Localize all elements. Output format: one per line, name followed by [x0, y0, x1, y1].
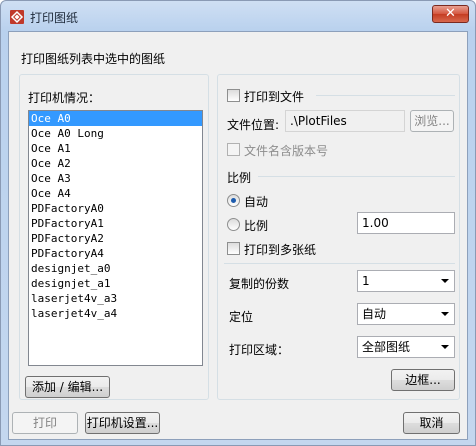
- position-combobox[interactable]: 自动: [357, 303, 455, 325]
- printer-list-item[interactable]: PDFactoryA0: [29, 201, 202, 216]
- printer-list-item[interactable]: Oce A1: [29, 141, 202, 156]
- multi-sheet-checkbox[interactable]: [227, 242, 240, 255]
- chevron-down-icon: [441, 279, 449, 283]
- close-icon: ✕: [445, 6, 456, 21]
- printer-list-item[interactable]: Oce A0: [29, 111, 202, 126]
- print-area-combobox[interactable]: 全部图纸: [357, 336, 455, 358]
- copies-combobox[interactable]: 1: [357, 270, 455, 292]
- printer-list-item[interactable]: laserjet4v_a3: [29, 291, 202, 306]
- printer-list-item[interactable]: laserjet4v_a4: [29, 306, 202, 321]
- scale-section-label: 比例: [227, 171, 252, 185]
- file-location-label: 文件位置:: [227, 118, 280, 132]
- filename-version-label: 文件名含版本号: [244, 144, 329, 158]
- chevron-down-icon: [441, 312, 449, 316]
- plot-options-group: 打印到文件 文件位置: .\PlotFiles 浏览... 文件名含版本号 比例…: [217, 74, 460, 400]
- printer-list-item[interactable]: PDFactoryA2: [29, 231, 202, 246]
- printer-list-item[interactable]: PDFactoryA1: [29, 216, 202, 231]
- border-button[interactable]: 边框...: [391, 369, 455, 391]
- separator: [316, 95, 455, 96]
- separator: [258, 176, 455, 177]
- separator: [224, 263, 455, 264]
- printer-list-item[interactable]: Oce A2: [29, 156, 202, 171]
- copies-value: 1: [362, 274, 370, 288]
- plot-app-icon: [10, 10, 24, 24]
- printer-list-label: 打印机情况：: [28, 91, 101, 105]
- position-value: 自动: [362, 307, 387, 321]
- print-button[interactable]: 打印: [12, 412, 78, 434]
- print-to-file-label: 打印到文件: [244, 90, 305, 104]
- scale-custom-radio[interactable]: [227, 218, 240, 231]
- printer-list-item[interactable]: Oce A3: [29, 171, 202, 186]
- close-button[interactable]: ✕: [432, 5, 469, 23]
- scale-custom-label: 比例: [244, 219, 269, 233]
- dialog-body: 打印图纸列表中选中的图纸 打印机情况： Oce A0 Oce A0 Long Oce…: [8, 31, 468, 440]
- copies-label: 复制的份数: [229, 277, 290, 291]
- cancel-button[interactable]: 取消: [403, 412, 460, 434]
- printer-listbox[interactable]: Oce A0 Oce A0 Long Oce A1 Oce A2 Oce A3 Oce A…: [28, 110, 203, 366]
- print-dialog-window: 打印图纸 ✕ 打印图纸列表中选中的图纸 打印机情况： Oce A0 Oce A0 …: [0, 0, 476, 446]
- add-edit-printer-button[interactable]: 添加 / 编辑...: [25, 376, 110, 398]
- scale-auto-radio[interactable]: [227, 194, 240, 207]
- file-location-field[interactable]: .\PlotFiles: [285, 110, 405, 132]
- print-to-file-checkbox[interactable]: [227, 89, 240, 102]
- radio-selected-dot: [231, 198, 236, 203]
- printer-list-item[interactable]: Oce A4: [29, 186, 202, 201]
- chevron-down-icon: [441, 345, 449, 349]
- scale-value-field[interactable]: 1.00: [357, 212, 455, 234]
- multi-sheet-label: 打印到多张纸: [244, 243, 317, 257]
- window-title: 打印图纸: [30, 11, 79, 25]
- dialog-instruction: 打印图纸列表中选中的图纸: [21, 52, 166, 66]
- printer-list-item[interactable]: designjet_a0: [29, 261, 202, 276]
- printer-settings-button[interactable]: 打印机设置...: [85, 412, 160, 434]
- scale-auto-label: 自动: [244, 195, 269, 209]
- print-area-label: 打印区域：: [229, 343, 290, 357]
- printer-group: 打印机情况： Oce A0 Oce A0 Long Oce A1 Oce A2 Oce …: [19, 74, 209, 400]
- browse-button[interactable]: 浏览...: [410, 110, 454, 132]
- filename-version-checkbox[interactable]: [227, 143, 240, 156]
- position-label: 定位: [229, 310, 254, 324]
- print-area-value: 全部图纸: [362, 340, 411, 354]
- printer-list-item[interactable]: designjet_a1: [29, 276, 202, 291]
- printer-list-item[interactable]: PDFactoryA4: [29, 246, 202, 261]
- printer-list-item[interactable]: Oce A0 Long: [29, 126, 202, 141]
- title-bar[interactable]: 打印图纸 ✕: [1, 1, 475, 31]
